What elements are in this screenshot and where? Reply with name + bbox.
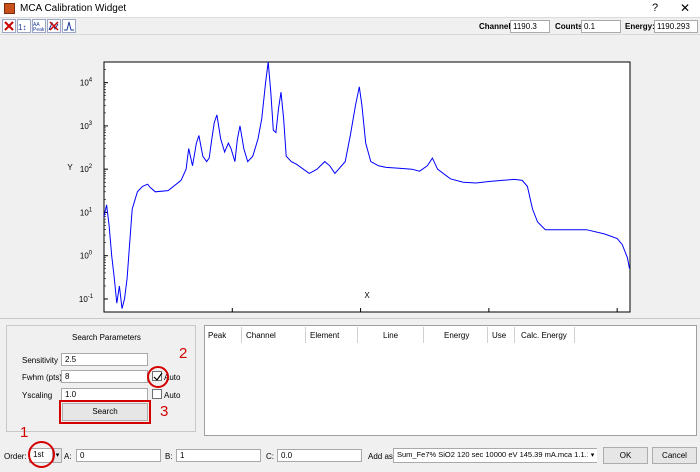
col-peak[interactable]: Peak [208,331,226,340]
col-use[interactable]: Use [492,331,506,340]
order-label: Order: [4,452,27,461]
peaks-table[interactable] [204,325,697,436]
yscaling-label: Yscaling [22,391,53,400]
yscaling-auto-checkbox[interactable] [152,389,162,399]
y-tick-label: 100 [80,251,93,261]
y-tick-label: 102 [80,164,93,174]
add-as-select[interactable]: Sum_Fe7% SiO2 120 sec 10000 eV 145.39 mA… [393,448,597,463]
plot-frame [103,61,631,313]
close-button[interactable]: ✕ [680,1,690,15]
counts-field: 0.1 [581,20,621,33]
x-axis-label: X [364,291,370,300]
scale-icon[interactable]: 1↕ [17,19,31,33]
sensitivity-input[interactable]: 2.5 [61,353,148,366]
col-line[interactable]: Line [383,331,398,340]
col-energy[interactable]: Energy [444,331,469,340]
c-input[interactable]: 0.0 [277,449,362,462]
c-label: C: [266,452,274,461]
y-tick-label: 10-1 [79,294,94,304]
fwhm-label: Fwhm (pts) [22,373,62,382]
col-element[interactable]: Element [310,331,339,340]
energy-field: 1190.293 [654,20,698,33]
y-tick-label: 104 [80,78,93,88]
add-as-label: Add as [368,452,393,461]
col-divider [241,327,242,343]
annotation-number-2: 2 [179,345,188,362]
ok-button[interactable]: OK [603,447,648,464]
spectrum-plot[interactable]: 050010001500200010-1100101102103104 X Y [0,36,700,314]
cancel-button[interactable]: Cancel [652,447,697,464]
y-axis-label: Y [67,163,73,172]
col-divider [574,327,575,343]
search-parameters-title: Search Parameters [72,333,141,342]
svg-text:Peak: Peak [33,27,45,32]
col-divider [514,327,515,343]
col-divider [305,327,306,343]
col-divider [357,327,358,343]
annotation-circle-auto [147,366,169,388]
y-tick-label: 101 [80,207,93,217]
channel-label: Channel: [479,22,514,31]
col-divider [423,327,424,343]
y-tick-label: 103 [80,121,93,131]
energy-label: Energy: [625,22,655,31]
annotation-number-1: 1 [20,424,29,441]
help-button[interactable]: ? [652,2,658,14]
annotation-circle-order [28,441,55,468]
fwhm-input[interactable]: 8 [61,370,148,383]
col-divider [487,327,488,343]
a-label: A: [64,452,72,461]
col-channel[interactable]: Channel [246,331,276,340]
clear-peaks-icon[interactable] [47,19,61,33]
app-icon [4,3,15,14]
peak-search-icon[interactable]: AA Peak [32,19,46,33]
annotation-number-3: 3 [160,403,169,420]
b-label: B: [165,452,173,461]
yscaling-auto-label: Auto [164,391,181,400]
a-input[interactable]: 0 [76,449,161,462]
window-title: MCA Calibration Widget [20,3,127,14]
svg-text:1↕: 1↕ [18,23,26,32]
fit-icon[interactable] [62,19,76,33]
eraser-icon[interactable] [2,19,16,33]
sensitivity-label: Sensitivity [22,356,59,365]
col-calc-energy[interactable]: Calc. Energy [521,331,567,340]
channel-field: 1190.3 [510,20,550,33]
b-input[interactable]: 1 [176,449,261,462]
add-as-dropdown-arrow-icon[interactable]: ▾ [588,449,597,462]
annotation-box-search [59,400,151,424]
toolbar: 1↕ AA Peak Channel: 1190.3 Counts: 0.1 En… [0,18,700,35]
